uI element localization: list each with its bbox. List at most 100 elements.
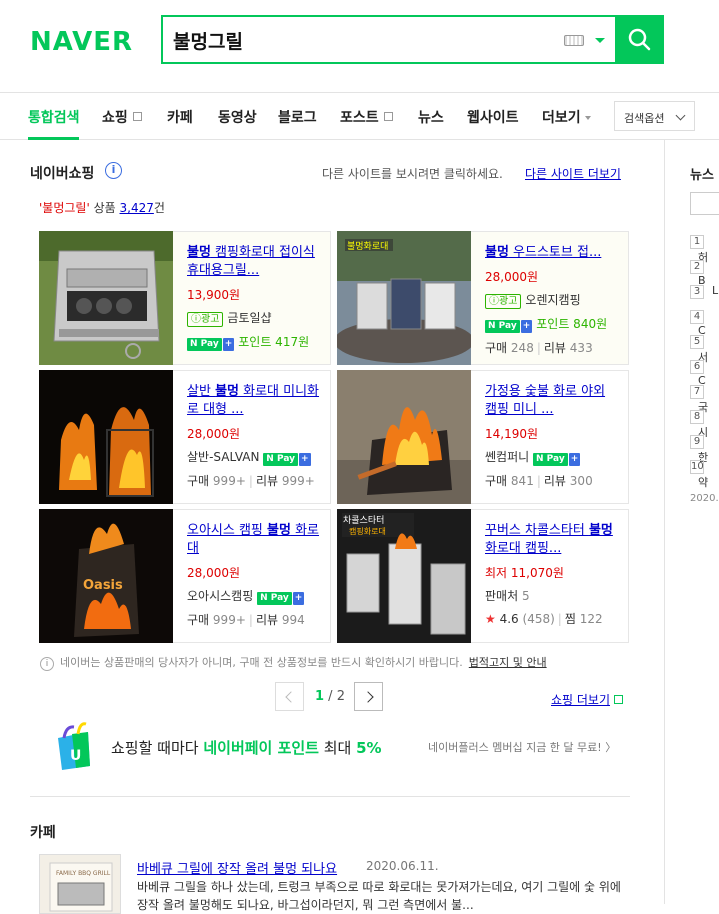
- product-card[interactable]: 불멍화로대 불멍 우드스토브 접... 28,000원 ⓘ광고 오렌지캠핑 N P…: [337, 231, 629, 365]
- notice-text: 네이버는 상품판매의 당사자가 아니며, 구매 전 상품정보를 반드시 확인하시…: [60, 656, 463, 669]
- tab-post[interactable]: 포스트: [340, 107, 393, 127]
- product-thumbnail[interactable]: [39, 231, 173, 365]
- rank-item[interactable]: 6C: [690, 359, 719, 387]
- search-box[interactable]: [161, 15, 616, 64]
- search-input[interactable]: [173, 26, 553, 54]
- seller-name[interactable]: 금토일샵: [227, 311, 271, 325]
- product-title[interactable]: 살반 불멍 화로대 미니화로 대형 ...: [187, 383, 322, 419]
- count-link[interactable]: 3,427: [120, 201, 154, 215]
- tab-video[interactable]: 동영상: [218, 107, 257, 127]
- rank-number: 1: [690, 235, 704, 249]
- npay-icon: N Pay: [485, 320, 520, 333]
- rank-item[interactable]: 3L: [690, 284, 718, 299]
- prev-page-button[interactable]: [275, 682, 304, 711]
- product-card[interactable]: Oasis 오아시스 캠핑 불멍 화로대 28,000원 오아시스캠핑 N Pa…: [39, 509, 331, 643]
- seller-name[interactable]: 오렌지캠핑: [525, 293, 580, 307]
- seller-name[interactable]: 오아시스캠핑: [187, 589, 253, 603]
- npay-label: Pay: [546, 454, 565, 464]
- search-button[interactable]: [615, 15, 664, 64]
- chevron-down-icon: [675, 110, 686, 121]
- npay-promo-banner[interactable]: U 쇼핑할 때마다 네이버페이 포인트 최대 5% 네이버플러스 멤버십 지금 …: [30, 718, 630, 778]
- tab-news[interactable]: 뉴스: [418, 107, 444, 127]
- product-title[interactable]: 불멍 우드스토브 접...: [485, 244, 620, 262]
- product-thumbnail[interactable]: Oasis: [39, 509, 173, 643]
- product-title[interactable]: 불멍 캠핑화로대 접이식 휴대용그릴...: [187, 244, 322, 280]
- buy-count: 248: [510, 341, 534, 355]
- search-options-label: 검색옵션: [624, 112, 665, 125]
- info-icon[interactable]: i: [105, 162, 122, 179]
- info-icon: i: [40, 657, 54, 671]
- title-keyword: 불멍: [588, 523, 613, 538]
- header: NAVER: [0, 0, 719, 93]
- rank-item[interactable]: 2B: [690, 259, 719, 287]
- svg-text:U: U: [70, 748, 81, 764]
- other-site-link[interactable]: 다른 사이트 더보기: [525, 165, 621, 182]
- npay-icon: N Pay: [187, 338, 222, 351]
- npay-icon: N Pay: [257, 592, 292, 605]
- seller-name[interactable]: 쎈컴퍼니: [485, 450, 529, 464]
- product-price: 28,000원: [187, 427, 241, 441]
- ad-badge[interactable]: ⓘ광고: [187, 312, 224, 327]
- product-title[interactable]: 오아시스 캠핑 불멍 화로대: [187, 522, 322, 558]
- shopping-more-link[interactable]: 쇼핑 더보기: [551, 691, 624, 708]
- autocomplete-toggle-icon[interactable]: [595, 38, 605, 43]
- rank-item[interactable]: 4C: [690, 309, 719, 337]
- title-prefix: 꾸버스 차콜스타터: [485, 523, 589, 538]
- npay-label: Pay: [276, 454, 295, 464]
- tab-website[interactable]: 웹사이트: [467, 107, 519, 127]
- rank-number: 10: [690, 460, 704, 474]
- star-icon: ★: [485, 612, 496, 626]
- product-info: 가정용 숯불 화로 야외 캠핑 미니 ... 14,190원 쎈컴퍼니 N Pa…: [485, 383, 620, 489]
- rank-item[interactable]: 10 약: [690, 459, 719, 490]
- product-thumbnail[interactable]: [39, 370, 173, 504]
- review-label: 리뷰: [255, 474, 279, 488]
- svg-text:Oasis: Oasis: [83, 578, 123, 593]
- product-title[interactable]: 가정용 숯불 화로 야외 캠핑 미니 ...: [485, 383, 620, 419]
- tab-cafe[interactable]: 카페: [167, 107, 193, 127]
- product-card[interactable]: 가정용 숯불 화로 야외 캠핑 미니 ... 14,190원 쎈컴퍼니 N Pa…: [337, 370, 629, 504]
- ad-badge[interactable]: ⓘ광고: [485, 294, 522, 309]
- svg-text:차콜스타터: 차콜스타터: [343, 514, 384, 526]
- legal-link[interactable]: 법적고지 및 안내: [469, 656, 547, 669]
- point-amount: 포인트 417원: [238, 335, 310, 349]
- rank-text: L: [712, 284, 719, 297]
- next-page-button[interactable]: [354, 682, 383, 711]
- product-card[interactable]: 차콜스타터 캠핑화로대 꾸버스 차콜스타터 불멍화로대 캠핑... 최저 11,…: [337, 509, 629, 643]
- rank-number: 2: [690, 260, 704, 274]
- shopping-bag-icon: U: [58, 722, 90, 770]
- product-info: 불멍 캠핑화로대 접이식 휴대용그릴... 13,900원 ⓘ광고 금토일샵 N …: [187, 244, 322, 351]
- search-options-button[interactable]: 검색옵션: [614, 101, 695, 131]
- tab-label: 더보기: [542, 110, 581, 126]
- buy-count: 999+: [212, 474, 246, 488]
- tab-shopping[interactable]: 쇼핑: [102, 107, 142, 127]
- product-thumbnail[interactable]: 차콜스타터 캠핑화로대: [337, 509, 471, 643]
- seller-count[interactable]: 5: [522, 589, 530, 603]
- keyboard-icon[interactable]: [564, 35, 584, 46]
- cafe-thumbnail[interactable]: FAMILY BBQ GRILL: [39, 854, 121, 914]
- naver-logo[interactable]: NAVER: [30, 27, 133, 57]
- rank-number: 3: [690, 285, 704, 299]
- product-thumbnail[interactable]: 불멍화로대: [337, 231, 471, 365]
- product-card[interactable]: 불멍 캠핑화로대 접이식 휴대용그릴... 13,900원 ⓘ광고 금토일샵 N …: [39, 231, 331, 365]
- product-thumbnail[interactable]: [337, 370, 471, 504]
- product-info: 꾸버스 차콜스타터 불멍화로대 캠핑... 최저 11,070원 판매처 5 ★…: [485, 522, 620, 627]
- banner-sub-link[interactable]: 네이버플러스 멤버십 지금 한 달 무료! 〉: [428, 739, 616, 755]
- plus-icon: +: [299, 453, 311, 466]
- buy-label: 구매: [187, 613, 210, 627]
- legal-notice: i 네이버는 상품판매의 당사자가 아니며, 구매 전 상품정보를 반드시 확인하…: [40, 654, 547, 671]
- ad-label: 광고: [201, 314, 220, 325]
- rating-count: (458): [522, 612, 555, 626]
- rank-number: 8: [690, 410, 704, 424]
- product-title[interactable]: 꾸버스 차콜스타터 불멍화로대 캠핑...: [485, 522, 620, 558]
- tab-more[interactable]: 더보기: [542, 107, 591, 127]
- point-amount: 포인트 840원: [536, 317, 608, 331]
- sidebar-input[interactable]: [690, 192, 719, 215]
- cafe-post-link[interactable]: 바베큐 그릴에 장작 올려 불멍 되나요: [137, 858, 337, 877]
- sidebar-divider: [664, 140, 665, 904]
- count-suffix: 건: [153, 201, 165, 215]
- seller-name[interactable]: 살반-SALVAN: [187, 450, 259, 464]
- product-card[interactable]: 살반 불멍 화로대 미니화로 대형 ... 28,000원 살반-SALVAN …: [39, 370, 331, 504]
- tab-all[interactable]: 통합검색: [28, 107, 80, 127]
- rating-value: 4.6: [499, 612, 519, 626]
- tab-blog[interactable]: 블로그: [278, 107, 317, 127]
